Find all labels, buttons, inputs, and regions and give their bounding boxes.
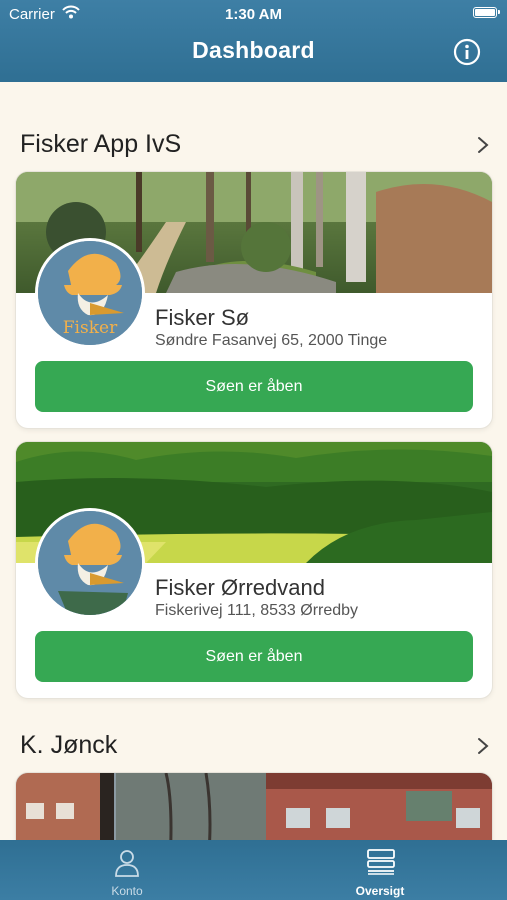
status-time: 1:30 AM bbox=[225, 6, 282, 23]
tab-konto[interactable]: Konto bbox=[57, 840, 197, 900]
person-icon bbox=[115, 850, 139, 877]
lake-name: Fisker Ørredvand bbox=[155, 575, 325, 600]
dashboard-content[interactable]: Fisker App IvS Fisker Fisker Sø Søndre F… bbox=[0, 82, 507, 840]
tab-label: Konto bbox=[111, 884, 143, 898]
chevron-right-icon[interactable] bbox=[476, 737, 490, 755]
tab-oversigt[interactable]: Oversigt bbox=[310, 840, 450, 900]
list-icon bbox=[367, 849, 395, 875]
lake-address: Fiskerivej 111, 8533 Ørredby bbox=[155, 602, 359, 619]
lake-photo-building bbox=[16, 773, 492, 840]
lake-open-button[interactable]: Søen er åben bbox=[35, 361, 473, 412]
section-title: K. Jønck bbox=[20, 731, 118, 759]
tab-bar: Konto Oversigt bbox=[0, 840, 507, 900]
lake-name: Fisker Sø bbox=[155, 305, 250, 330]
tab-label: Oversigt bbox=[355, 884, 405, 898]
status-bar: Carrier 1:30 AM bbox=[0, 0, 507, 28]
page-title: Dashboard bbox=[192, 37, 315, 63]
lake-address: Søndre Fasanvej 65, 2000 Tinge bbox=[155, 332, 388, 349]
section-header[interactable]: K. Jønck bbox=[20, 731, 490, 761]
lake-open-button[interactable]: Søen er åben bbox=[35, 631, 473, 682]
fisker-logo: Fisker bbox=[35, 238, 145, 348]
logo-text: Fisker bbox=[63, 318, 118, 338]
section-title: Fisker App IvS bbox=[20, 130, 182, 158]
lake-card[interactable] bbox=[16, 773, 492, 840]
battery-icon bbox=[473, 7, 500, 18]
navigation-bar: Carrier 1:30 AM Dashboard bbox=[0, 0, 507, 82]
lake-card[interactable]: Fisker Fisker Sø Søndre Fasanvej 65, 200… bbox=[16, 172, 492, 428]
chevron-right-icon[interactable] bbox=[476, 136, 490, 154]
fisker-logo bbox=[35, 508, 145, 618]
lake-card[interactable]: Fisker Ørredvand Fiskerivej 111, 8533 Ør… bbox=[16, 442, 492, 698]
section-header[interactable]: Fisker App IvS bbox=[20, 130, 490, 160]
info-circle-icon[interactable] bbox=[453, 38, 481, 66]
